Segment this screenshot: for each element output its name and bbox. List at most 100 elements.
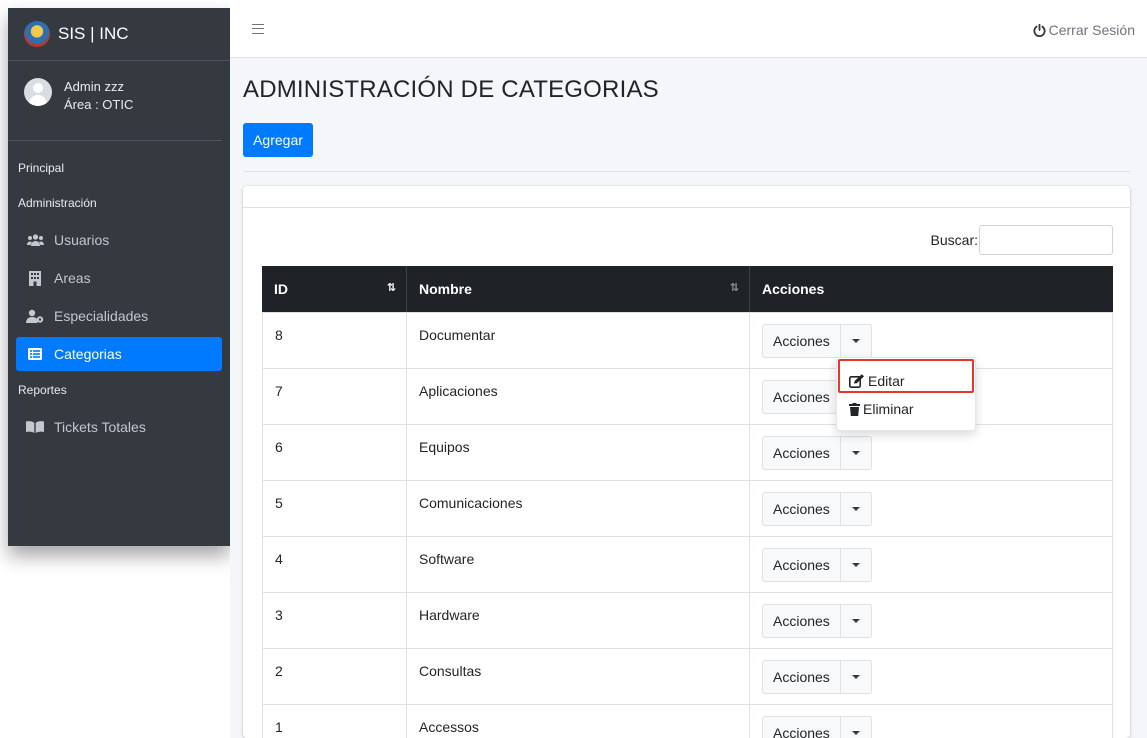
cell-acciones: Acciones [750, 481, 1113, 536]
search-label: Buscar: [930, 232, 978, 248]
cell-id: 8 [262, 313, 407, 368]
column-header-label: Acciones [762, 281, 825, 297]
topbar: Cerrar Sesión [230, 0, 1147, 58]
table-row: 1 Accessos Acciones [262, 704, 1113, 738]
cell-nombre: Accessos [407, 705, 750, 738]
content-area: ADMINISTRACIÓN DE CATEGORIAS Agregar Bus… [230, 58, 1147, 738]
brand-logo-icon [24, 21, 50, 47]
sort-icon: ⇅ [729, 282, 739, 294]
actions-button-group: Acciones [762, 492, 872, 526]
power-icon [1033, 23, 1046, 37]
actions-dropdown-toggle[interactable] [840, 436, 872, 470]
users-icon [26, 234, 44, 246]
table-row: 2 Consultas Acciones [262, 648, 1113, 704]
sidebar: SIS | INC Admin zzz Área : OTIC Principa… [8, 8, 230, 546]
table-row: 7 Aplicaciones Acciones [262, 368, 1113, 424]
caret-down-icon [851, 339, 860, 343]
nav-header-principal: Principal [18, 161, 65, 175]
delete-menu-item[interactable]: Eliminar [849, 401, 914, 417]
actions-dropdown-toggle[interactable] [840, 492, 872, 526]
cell-id: 6 [262, 425, 407, 480]
cell-acciones: Acciones [750, 425, 1113, 480]
user-avatar-icon [24, 78, 52, 106]
actions-dropdown-toggle[interactable] [840, 548, 872, 582]
column-header-id[interactable]: ID ⇅ [262, 266, 407, 312]
sidebar-item-tickets-totales[interactable]: Tickets Totales [8, 408, 230, 446]
actions-button-group: Acciones [762, 324, 872, 358]
cell-acciones: Acciones [750, 705, 1113, 738]
delete-label: Eliminar [863, 401, 914, 417]
column-header-label: ID [274, 281, 288, 297]
search-input[interactable] [979, 225, 1113, 255]
caret-down-icon [851, 731, 860, 735]
cell-nombre: Software [407, 537, 750, 592]
user-name[interactable]: Admin zzz [64, 78, 133, 96]
table-row: 8 Documentar Acciones [262, 312, 1113, 368]
table-header: ID ⇅ Nombre ⇅ Acciones [262, 266, 1113, 312]
actions-button-group: Acciones [762, 660, 872, 694]
table-row: 4 Software Acciones [262, 536, 1113, 592]
sidebar-item-label: Areas [54, 270, 91, 286]
sidebar-item-label: Usuarios [54, 232, 110, 248]
actions-button-group: Acciones [762, 436, 872, 470]
table-row: 5 Comunicaciones Acciones [262, 480, 1113, 536]
cell-id: 1 [262, 705, 407, 738]
column-header-acciones: Acciones [750, 266, 1113, 312]
brand-link[interactable]: SIS | INC [8, 8, 230, 61]
caret-down-icon [851, 451, 860, 455]
cell-id: 5 [262, 481, 407, 536]
caret-down-icon [851, 563, 860, 567]
building-icon [26, 270, 44, 286]
divider [243, 171, 1130, 172]
cell-id: 4 [262, 537, 407, 592]
cell-acciones: Acciones [750, 649, 1113, 704]
actions-button[interactable]: Acciones [762, 604, 841, 638]
cell-nombre: Consultas [407, 649, 750, 704]
sidebar-item-categorias[interactable]: Categorias [16, 337, 222, 371]
actions-button[interactable]: Acciones [762, 660, 841, 694]
actions-button[interactable]: Acciones [762, 436, 841, 470]
edit-highlight-box [838, 359, 974, 393]
cell-acciones: Acciones [750, 593, 1113, 648]
actions-button[interactable]: Acciones [762, 492, 841, 526]
cell-nombre: Hardware [407, 593, 750, 648]
cell-nombre: Aplicaciones [407, 369, 750, 424]
card-header-divider [243, 207, 1130, 208]
page-title: ADMINISTRACIÓN DE CATEGORIAS [243, 76, 659, 103]
cell-id: 2 [262, 649, 407, 704]
actions-button[interactable]: Acciones [762, 548, 841, 582]
add-button[interactable]: Agregar [243, 123, 313, 157]
categories-table: ID ⇅ Nombre ⇅ Acciones 8 Documentar Acci… [262, 266, 1113, 738]
cell-acciones: Acciones [750, 537, 1113, 592]
logout-label: Cerrar Sesión [1048, 22, 1135, 38]
sort-desc-icon: ⇅ [386, 282, 396, 294]
actions-dropdown-toggle[interactable] [840, 716, 872, 738]
list-icon [26, 348, 44, 360]
actions-button-group: Acciones [762, 548, 872, 582]
actions-button[interactable]: Acciones [762, 716, 841, 738]
user-panel: Admin zzz Área : OTIC [8, 61, 222, 141]
actions-button-group: Acciones [762, 716, 872, 738]
actions-dropdown-toggle[interactable] [840, 604, 872, 638]
caret-down-icon [851, 619, 860, 623]
sidebar-item-especialidades[interactable]: Especialidades [8, 297, 230, 335]
categories-card: Buscar: ID ⇅ Nombre ⇅ Acciones 8 Documen… [243, 186, 1130, 738]
nav-header-reportes: Reportes [18, 383, 67, 397]
cell-id: 3 [262, 593, 407, 648]
table-row: 6 Equipos Acciones [262, 424, 1113, 480]
actions-button[interactable]: Acciones [762, 324, 841, 358]
brand-title: SIS | INC [58, 24, 129, 43]
menu-toggle-icon[interactable] [252, 24, 264, 34]
actions-dropdown-toggle[interactable] [840, 324, 872, 358]
sidebar-item-label: Especialidades [54, 308, 149, 324]
column-header-label: Nombre [419, 281, 472, 297]
trash-icon [849, 402, 860, 416]
sidebar-item-areas[interactable]: Areas [8, 259, 230, 297]
actions-button[interactable]: Acciones [762, 380, 841, 414]
logout-link[interactable]: Cerrar Sesión [1033, 22, 1135, 38]
column-header-nombre[interactable]: Nombre ⇅ [407, 266, 750, 312]
user-cog-icon [26, 309, 44, 323]
sidebar-item-usuarios[interactable]: Usuarios [8, 221, 230, 259]
actions-dropdown-toggle[interactable] [840, 660, 872, 694]
caret-down-icon [851, 507, 860, 511]
